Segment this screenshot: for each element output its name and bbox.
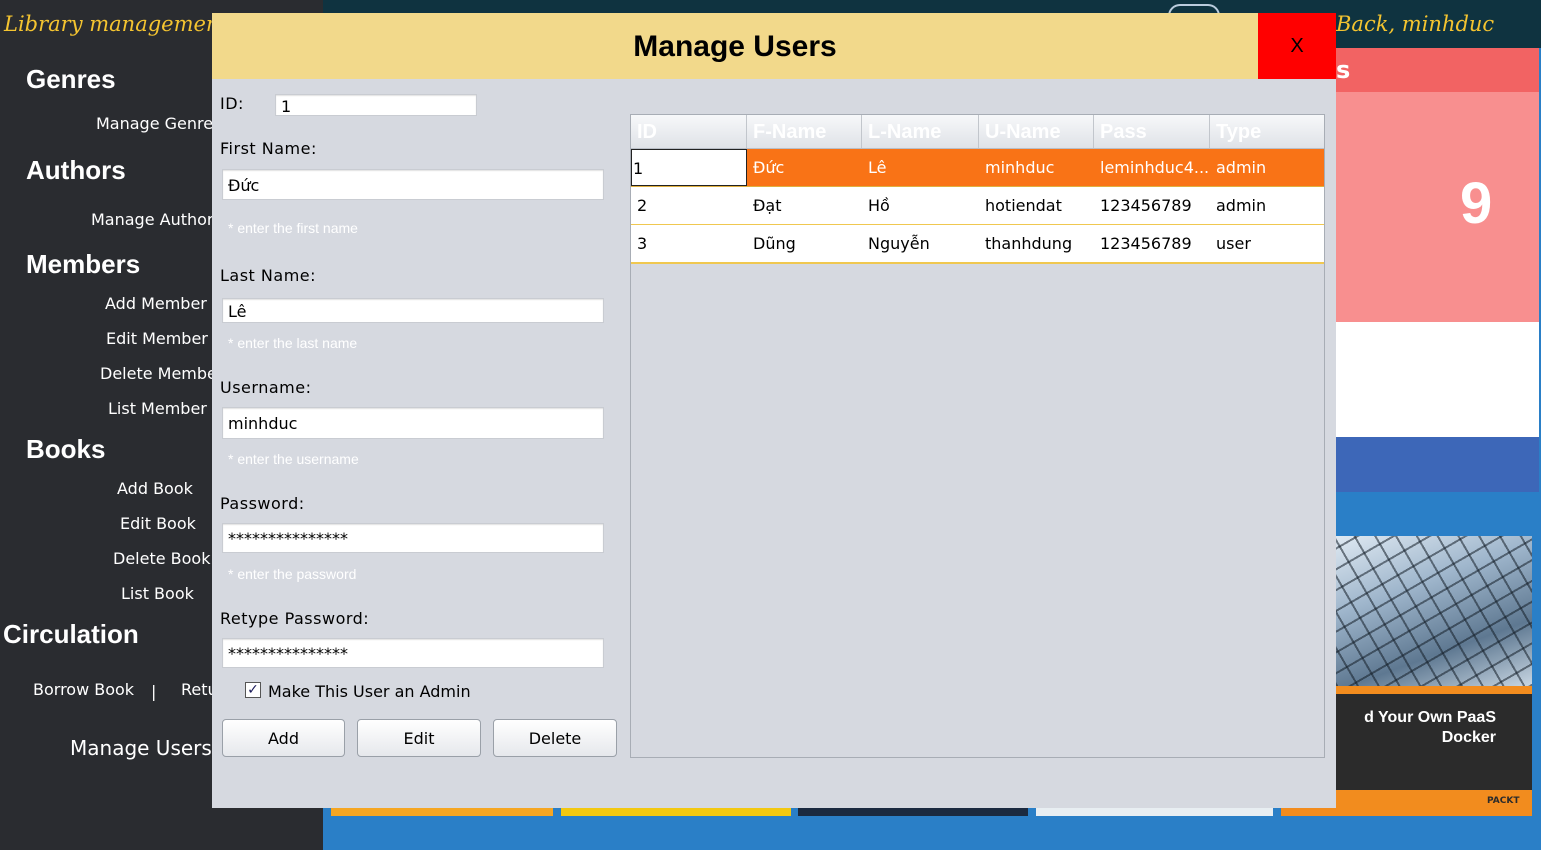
column-header-type[interactable]: Type <box>1210 115 1324 148</box>
password-field[interactable]: *************** <box>222 523 604 553</box>
table-row[interactable]: 1 Đức Lê minhduc leminhduc4... admin <box>631 149 1324 187</box>
username-label: Username: <box>220 378 312 397</box>
table-cell-type[interactable]: user <box>1210 225 1324 262</box>
column-header-pass[interactable]: Pass <box>1094 115 1210 148</box>
sidebar-item-delete-member[interactable]: Delete Membe <box>100 364 217 383</box>
book-cover-image[interactable]: d Your Own PaaS Docker PACKT <box>1336 536 1532 816</box>
book-thumbnail[interactable] <box>331 808 553 816</box>
column-header-id[interactable]: ID <box>631 115 747 148</box>
username-field[interactable]: minhduc <box>222 407 604 439</box>
app-title: Library managemer <box>4 12 216 36</box>
dialog-title: Manage Users <box>633 30 837 63</box>
table-cell-pass[interactable]: leminhduc4... <box>1094 149 1210 186</box>
username-hint: * enter the username <box>228 451 359 467</box>
id-field[interactable]: 1 <box>275 94 477 116</box>
sidebar-item-list-book[interactable]: List Book <box>121 584 194 603</box>
table-cell-username[interactable]: hotiendat <box>979 187 1094 224</box>
table-cell-first-name[interactable]: Đức <box>747 149 862 186</box>
table-cell-username[interactable]: thanhdung <box>979 225 1094 262</box>
sidebar-item-add-member[interactable]: Add Member <box>105 294 207 313</box>
first-name-field[interactable]: Đức <box>222 169 604 200</box>
book-cover-publisher: PACKT <box>1484 796 1523 806</box>
users-table[interactable]: ID F-Name L-Name U-Name Pass Type 1 Đức … <box>630 114 1325 758</box>
sidebar-heading-genres: Genres <box>26 64 116 94</box>
table-cell-last-name[interactable]: Hồ <box>862 187 979 224</box>
sidebar-item-list-member[interactable]: List Member <box>108 399 207 418</box>
id-label: ID: <box>220 94 244 113</box>
sidebar-item-delete-book[interactable]: Delete Book <box>113 549 210 568</box>
add-button[interactable]: Add <box>222 719 345 757</box>
sidebar-item-manage-genres[interactable]: Manage Genre <box>96 114 213 133</box>
table-cell-id[interactable]: 1 <box>631 149 747 186</box>
sidebar-heading-members: Members <box>26 249 141 279</box>
password-hint: * enter the password <box>228 566 357 582</box>
last-name-label: Last Name: <box>220 266 317 285</box>
last-name-field[interactable]: Lê <box>222 298 604 323</box>
delete-button[interactable]: Delete <box>493 719 617 757</box>
stats-card-title: s <box>1336 56 1351 84</box>
column-header-first-name[interactable]: F-Name <box>747 115 862 148</box>
table-header: ID F-Name L-Name U-Name Pass Type <box>631 115 1324 149</box>
first-name-label: First Name: <box>220 139 317 158</box>
table-cell-pass[interactable]: 123456789 <box>1094 225 1210 262</box>
table-cell-last-name[interactable]: Lê <box>862 149 979 186</box>
book-thumbnail[interactable] <box>561 808 791 816</box>
stats-card-header <box>1336 48 1539 92</box>
table-cell-id[interactable]: 2 <box>631 187 747 224</box>
sidebar-item-edit-book[interactable]: Edit Book <box>120 514 196 533</box>
table-cell-first-name[interactable]: Dũng <box>747 225 862 262</box>
column-header-last-name[interactable]: L-Name <box>862 115 979 148</box>
sidebar-separator: | <box>151 682 157 701</box>
table-row[interactable]: 2 Đạt Hồ hotiendat 123456789 admin <box>631 187 1324 225</box>
panel-strip-blue <box>1336 437 1539 492</box>
book-thumbnail[interactable] <box>798 808 1028 816</box>
table-cell-username[interactable]: minhduc <box>979 149 1094 186</box>
sidebar-heading-authors: Authors <box>26 155 126 185</box>
close-button[interactable]: X <box>1258 13 1336 79</box>
book-cover-title: d Your Own PaaS Docker <box>1364 709 1496 746</box>
stats-card-count: 9 <box>1460 171 1493 236</box>
first-name-hint: * enter the first name <box>228 220 358 236</box>
sidebar-item-manage-authors[interactable]: Manage Author <box>91 210 214 229</box>
column-header-username[interactable]: U-Name <box>979 115 1094 148</box>
sidebar-item-edit-member[interactable]: Edit Member <box>106 329 208 348</box>
table-cell-type[interactable]: admin <box>1210 149 1324 186</box>
book-thumbnail[interactable] <box>1281 808 1336 816</box>
retype-password-field[interactable]: *************** <box>222 638 604 668</box>
password-label: Password: <box>220 494 305 513</box>
retype-password-label: Retype Password: <box>220 609 370 628</box>
book-thumbnail[interactable] <box>1036 808 1273 816</box>
edit-button[interactable]: Edit <box>357 719 481 757</box>
sidebar-item-borrow-book[interactable]: Borrow Book <box>33 680 134 699</box>
manage-users-dialog: Manage Users X ID: 1 First Name: Đức * e… <box>212 13 1336 808</box>
last-name-hint: * enter the last name <box>228 335 358 351</box>
table-cell-id[interactable]: 3 <box>631 225 747 262</box>
welcome-text: Back, minhduc <box>1336 12 1495 36</box>
panel-strip <box>1336 322 1539 437</box>
sidebar-item-add-book[interactable]: Add Book <box>117 479 193 498</box>
table-cell-type[interactable]: admin <box>1210 187 1324 224</box>
sidebar-item-manage-users[interactable]: Manage Users <box>70 736 212 760</box>
sidebar-heading-books: Books <box>26 434 106 464</box>
table-cell-pass[interactable]: 123456789 <box>1094 187 1210 224</box>
stats-card <box>1336 92 1539 322</box>
table-cell-first-name[interactable]: Đạt <box>747 187 862 224</box>
admin-checkbox-label[interactable]: Make This User an Admin <box>268 682 471 701</box>
table-cell-last-name[interactable]: Nguyễn <box>862 225 979 262</box>
admin-checkbox[interactable]: ✓ <box>245 682 261 698</box>
table-row[interactable]: 3 Dũng Nguyễn thanhdung 123456789 user <box>631 225 1324 264</box>
sidebar-heading-circulation: Circulation <box>3 619 139 649</box>
